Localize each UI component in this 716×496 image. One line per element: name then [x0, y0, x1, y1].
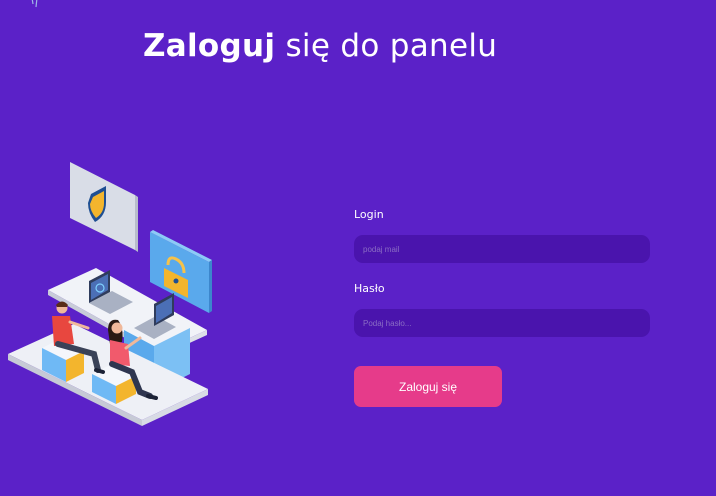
shield-screen — [70, 162, 138, 252]
page-title-bold: Zaloguj — [143, 28, 276, 64]
login-label: Login — [354, 208, 384, 221]
security-workspace-illustration — [8, 162, 212, 426]
logo-fragment — [31, 0, 38, 8]
login-form: Login Hasło Zaloguj się — [354, 208, 650, 407]
padlock-screen — [150, 230, 212, 313]
page-title-rest: się do panelu — [275, 28, 498, 64]
password-label: Hasło — [354, 282, 385, 295]
login-button[interactable]: Zaloguj się — [354, 366, 502, 407]
password-input[interactable] — [354, 309, 650, 337]
login-input[interactable] — [354, 235, 650, 263]
page-title: Zaloguj się do panelu — [143, 26, 497, 66]
